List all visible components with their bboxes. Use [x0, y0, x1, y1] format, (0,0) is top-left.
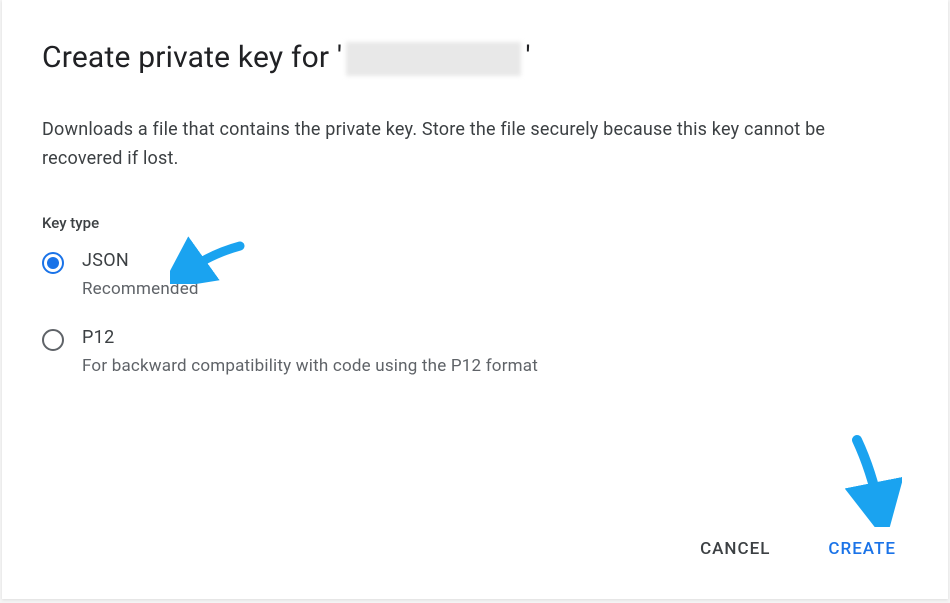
radio-description-json: Recommended	[82, 279, 199, 299]
radio-option-json[interactable]: JSON Recommended	[42, 250, 908, 299]
key-type-radio-group: JSON Recommended P12 For backward compat…	[42, 250, 908, 376]
cancel-button[interactable]: CANCEL	[696, 531, 774, 567]
key-type-label: Key type	[42, 214, 908, 232]
dialog-title: Create private key for ' '	[42, 40, 908, 76]
create-private-key-dialog: Create private key for ' ' Downloads a fi…	[2, 0, 948, 599]
radio-label-json: JSON	[82, 250, 199, 271]
radio-description-p12: For backward compatibility with code usi…	[82, 356, 538, 376]
radio-circle-icon	[42, 252, 64, 274]
radio-content: P12 For backward compatibility with code…	[82, 327, 538, 376]
radio-content: JSON Recommended	[82, 250, 199, 299]
dialog-description: Downloads a file that contains the priva…	[42, 116, 908, 174]
radio-circle-icon	[42, 329, 64, 351]
title-prefix: Create private key for '	[42, 40, 342, 75]
radio-label-p12: P12	[82, 327, 538, 348]
create-button[interactable]: CREATE	[824, 531, 900, 567]
dialog-actions: CANCEL CREATE	[696, 531, 900, 567]
radio-option-p12[interactable]: P12 For backward compatibility with code…	[42, 327, 908, 376]
redacted-service-account-name	[346, 42, 521, 76]
title-suffix: '	[525, 40, 530, 75]
annotation-arrow-icon	[822, 432, 902, 527]
